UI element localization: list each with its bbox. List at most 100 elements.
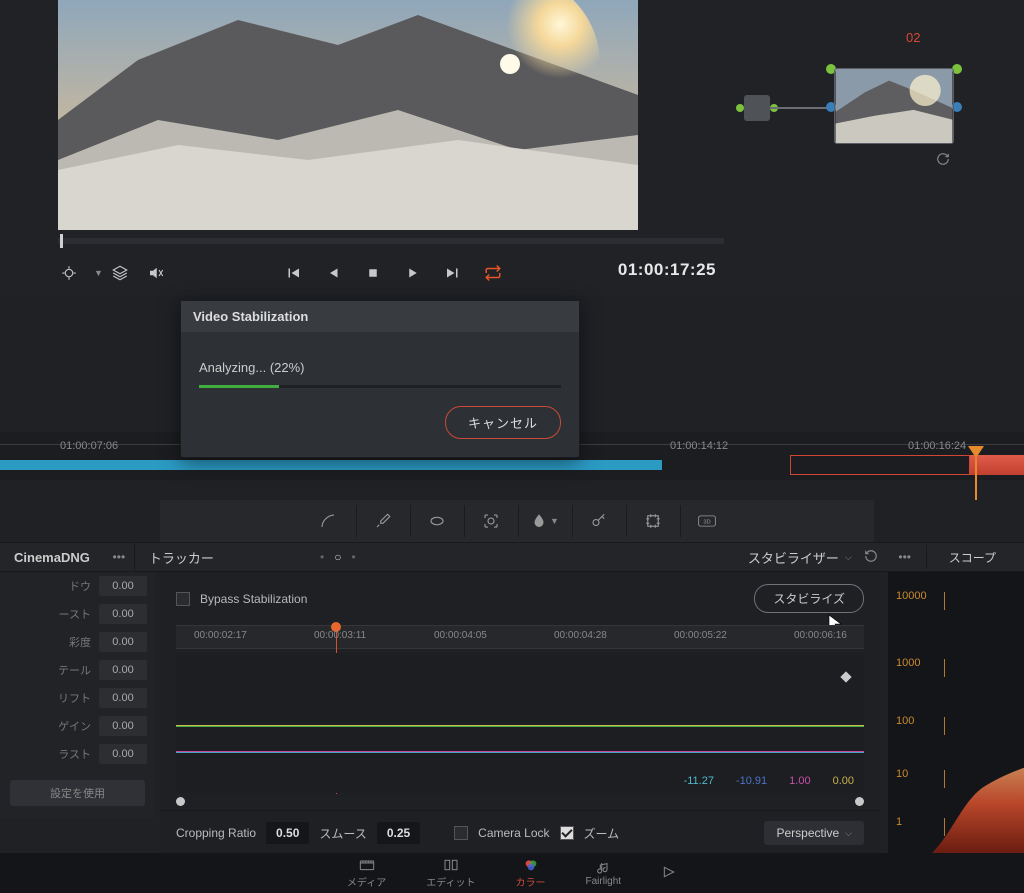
tracker-tick: 00:00:02:17 xyxy=(194,630,247,641)
tracker-panel: Bypass Stabilization スタビライズ 00:00:02:170… xyxy=(160,572,880,853)
play-reverse-icon[interactable] xyxy=(322,262,344,284)
mute-icon[interactable] xyxy=(145,262,167,284)
nav-edit[interactable]: エディット xyxy=(426,858,475,889)
param-value[interactable]: 0.00 xyxy=(99,604,147,624)
tracker-icon[interactable] xyxy=(464,505,516,537)
tracker-tick: 00:00:03:11 xyxy=(314,630,366,641)
param-value[interactable]: 0.00 xyxy=(99,576,147,596)
param-value[interactable]: 0.00 xyxy=(99,632,147,652)
curves-icon[interactable] xyxy=(302,505,354,537)
nav-deliver[interactable] xyxy=(661,865,677,881)
stabilizer-dropdown[interactable]: スタビライザー xyxy=(748,548,839,567)
bypass-stabilization-checkbox[interactable] xyxy=(176,592,190,606)
param-row: リフト0.00 xyxy=(0,684,155,712)
param-label: ラスト xyxy=(8,746,99,762)
blur-icon[interactable]: ▼ xyxy=(518,505,570,537)
video-stabilization-dialog: Video Stabilization Analyzing... (22%) キ… xyxy=(180,300,580,458)
raw-params-panel: ドウ0.00ースト0.00彩度0.00テール0.00リフト0.00ゲイン0.00… xyxy=(0,572,155,818)
nav-fairlight[interactable]: Fairlight xyxy=(586,860,622,887)
tracker-tab[interactable]: トラッカー xyxy=(135,543,228,571)
cancel-button[interactable]: キャンセル xyxy=(445,406,561,439)
eyedropper-icon[interactable] xyxy=(356,505,408,537)
node-connection xyxy=(770,107,834,109)
graph-readout: -10.91 xyxy=(736,775,767,787)
timeline-clip-active[interactable] xyxy=(970,455,1024,475)
timeline-playhead[interactable] xyxy=(968,446,984,458)
param-value[interactable]: 0.00 xyxy=(99,716,147,736)
preview-monitor[interactable] xyxy=(58,0,638,230)
param-value[interactable]: 0.00 xyxy=(99,744,147,764)
tracker-graph[interactable]: -11.27-10.911.000.00 xyxy=(176,653,864,793)
scope-scale-label: 100 xyxy=(896,715,914,727)
refresh-icon[interactable] xyxy=(936,152,950,169)
stabilize-button[interactable]: スタビライズ xyxy=(754,584,864,613)
window-icon[interactable] xyxy=(410,505,462,537)
nav-color[interactable]: カラー xyxy=(516,858,546,889)
param-row: ゲイン0.00 xyxy=(0,712,155,740)
node-number-label: 02 xyxy=(906,30,920,45)
param-value[interactable]: 0.00 xyxy=(99,660,147,680)
tracker-tick: 00:00:06:16 xyxy=(794,630,847,641)
chevron-down-icon[interactable]: ⌵ xyxy=(845,552,852,563)
timeline-clip[interactable] xyxy=(0,460,662,470)
param-row: 彩度0.00 xyxy=(0,628,155,656)
tracker-footer: Cropping Ratio 0.50 スムース 0.25 Camera Loc… xyxy=(160,810,880,855)
cropping-ratio-value[interactable]: 0.50 xyxy=(266,822,309,844)
key-icon[interactable] xyxy=(572,505,624,537)
graph-readout: 1.00 xyxy=(789,775,810,787)
viewer-scrub-bar[interactable] xyxy=(58,238,724,244)
panel-header-row: CinemaDNG ••• トラッカー •○• スタビライザー ⌵ ••• スコ… xyxy=(0,542,1024,572)
scope-tab[interactable]: スコープ xyxy=(933,549,1012,566)
param-label: リフト xyxy=(8,690,99,706)
play-icon[interactable] xyxy=(402,262,424,284)
node-graph[interactable]: 02 xyxy=(744,30,1024,230)
timeline-clip-outline[interactable] xyxy=(790,455,970,475)
reticle-icon[interactable] xyxy=(58,262,80,284)
dialog-status-text: Analyzing... (22%) xyxy=(199,360,561,375)
keyframe-icon[interactable] xyxy=(840,671,851,682)
param-row: テール0.00 xyxy=(0,656,155,684)
scope-scale-label: 10000 xyxy=(896,590,927,602)
palette-toolbar: ▼ 3D xyxy=(160,500,874,542)
scope-scale-label: 1000 xyxy=(896,657,920,669)
scroll-handle-right[interactable] xyxy=(855,797,864,806)
use-settings-button[interactable]: 設定を使用 xyxy=(10,780,145,806)
svg-text:3D: 3D xyxy=(703,520,710,526)
camera-lock-label: Camera Lock xyxy=(478,826,549,840)
ruler-tick: 01:00:14:12 xyxy=(670,440,728,452)
perspective-dropdown[interactable]: Perspective⌵ xyxy=(764,821,864,845)
param-row: ドウ0.00 xyxy=(0,572,155,600)
scope-waveform xyxy=(932,733,1024,853)
page-nav: メディア エディット カラー Fairlight xyxy=(0,853,1024,893)
param-value[interactable]: 0.00 xyxy=(99,688,147,708)
next-clip-icon[interactable] xyxy=(442,262,464,284)
param-label: テール xyxy=(8,662,99,678)
corrector-node[interactable] xyxy=(834,68,954,144)
cinemadng-tab[interactable]: CinemaDNG xyxy=(0,543,104,571)
tracker-tick: 00:00:05:22 xyxy=(674,630,727,641)
loop-icon[interactable] xyxy=(482,262,504,284)
layers-icon[interactable] xyxy=(109,262,131,284)
zoom-label: ズーム xyxy=(584,825,620,842)
prev-clip-icon[interactable] xyxy=(282,262,304,284)
chevron-down-icon[interactable]: ▼ xyxy=(94,268,103,278)
more-icon[interactable]: ••• xyxy=(890,550,920,564)
stop-icon[interactable] xyxy=(362,262,384,284)
stereo-3d-icon[interactable]: 3D xyxy=(680,505,732,537)
tracker-ruler[interactable]: 00:00:02:17 00:00:03:11 00:00:04:05 00:00:0… xyxy=(176,625,864,649)
zoom-checkbox[interactable] xyxy=(560,826,574,840)
smooth-value[interactable]: 0.25 xyxy=(377,822,420,844)
camera-lock-checkbox[interactable] xyxy=(454,826,468,840)
viewer-timecode[interactable]: 01:00:17:25 xyxy=(618,260,716,280)
more-icon[interactable]: ••• xyxy=(104,550,134,564)
viewer-area: ▼ 01:00:17:25 02 xyxy=(0,0,1024,295)
nav-media[interactable]: メディア xyxy=(347,858,386,889)
source-node[interactable] xyxy=(744,95,770,121)
tracker-tick: 00:00:04:05 xyxy=(434,630,487,641)
ruler-tick: 01:00:07:06 xyxy=(60,440,118,452)
progress-bar xyxy=(199,385,561,388)
scroll-handle-left[interactable] xyxy=(176,797,185,806)
scope-scale-label: 10 xyxy=(896,768,908,780)
sizing-icon[interactable] xyxy=(626,505,678,537)
reset-icon[interactable] xyxy=(864,549,878,566)
